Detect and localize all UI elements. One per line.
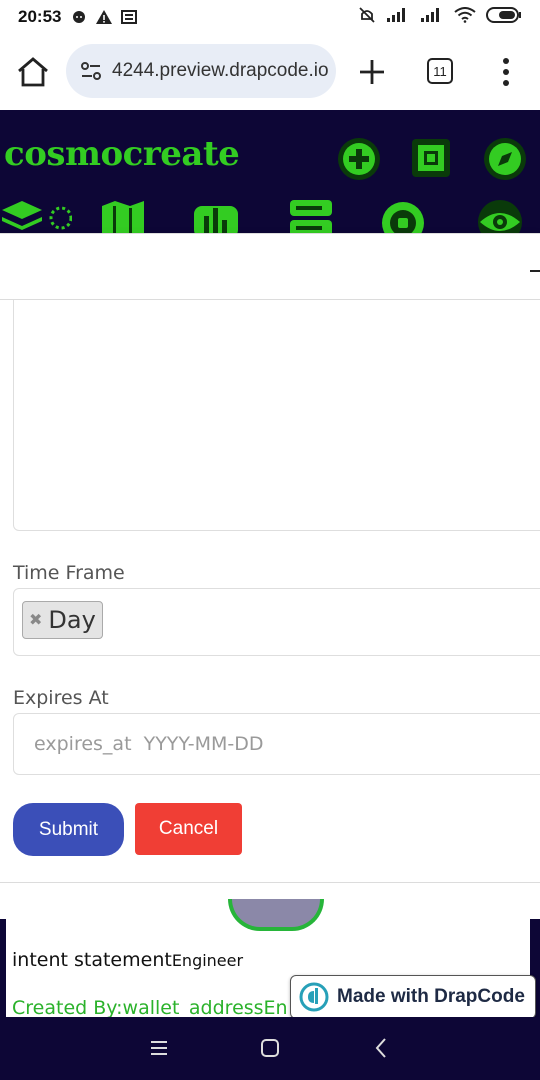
- status-bar: 20:53: [0, 0, 540, 34]
- time-frame-label: Time Frame: [13, 562, 125, 584]
- chart-icon[interactable]: [192, 198, 240, 234]
- expires-at-label: Expires At: [13, 687, 109, 709]
- server-icon[interactable]: [288, 198, 334, 234]
- signal-icon: [387, 8, 405, 22]
- brand-logo[interactable]: cosmocreate: [4, 134, 240, 174]
- modal-header: [0, 234, 540, 300]
- intent-text: intent statement: [12, 949, 172, 971]
- badge-label: Made with DrapCode: [337, 986, 525, 1007]
- site-settings-icon[interactable]: [80, 60, 102, 82]
- description-textarea[interactable]: [13, 300, 540, 531]
- back-icon[interactable]: [374, 1037, 388, 1059]
- drapcode-logo-icon: [299, 982, 329, 1012]
- mute-icon: [359, 7, 375, 23]
- drapcode-badge[interactable]: Made with DrapCode: [290, 975, 536, 1019]
- chat-icon: [73, 11, 86, 23]
- news-icon: [121, 10, 138, 24]
- recents-icon[interactable]: [150, 1039, 168, 1057]
- compass-icon[interactable]: [482, 136, 528, 182]
- system-nav-bar: [0, 1017, 540, 1080]
- expires-at-input[interactable]: [13, 713, 540, 775]
- warning-icon: [96, 10, 113, 24]
- eye-icon[interactable]: [476, 198, 524, 234]
- new-tab-icon[interactable]: [356, 56, 388, 88]
- remove-chip-icon[interactable]: ✖: [29, 610, 42, 630]
- stop-circle-icon[interactable]: [380, 198, 426, 234]
- time-frame-value: Day: [48, 606, 96, 634]
- tab-count: 11: [433, 63, 447, 79]
- intent-role: Engineer: [171, 951, 244, 970]
- wifi-icon: [454, 7, 476, 23]
- cancel-button[interactable]: Cancel: [135, 803, 242, 855]
- modal-footer-divider: [0, 882, 540, 883]
- close-icon[interactable]: [530, 270, 540, 272]
- map-icon[interactable]: [100, 198, 146, 234]
- app-header: cosmocreate: [0, 110, 540, 234]
- signal-icon: [421, 8, 439, 22]
- home-nav-icon[interactable]: [260, 1038, 280, 1058]
- home-icon[interactable]: [16, 56, 50, 88]
- intent-statement: intent statementEngineer: [12, 949, 243, 971]
- status-time: 20:53: [18, 7, 62, 26]
- submit-button[interactable]: Submit: [13, 803, 124, 856]
- url-text: 4244.preview.drapcode.io: [112, 60, 329, 81]
- browser-toolbar: 4244.preview.drapcode.io 11: [0, 34, 540, 110]
- created-by-text: Created By:wallet_addressEn: [12, 997, 288, 1019]
- time-frame-select[interactable]: ✖ Day: [13, 588, 540, 656]
- time-frame-chip: ✖ Day: [22, 601, 103, 639]
- battery-icon: [486, 7, 521, 23]
- layers-icon[interactable]: [0, 198, 72, 234]
- modal-dialog: Time Frame ✖ Day Expires At Submit Cance…: [0, 233, 540, 919]
- chip-icon[interactable]: [408, 135, 454, 181]
- add-icon[interactable]: [336, 136, 382, 182]
- more-menu-icon[interactable]: [496, 54, 516, 90]
- tab-switcher-button[interactable]: 11: [427, 58, 453, 84]
- avatar: [228, 899, 324, 931]
- address-bar[interactable]: 4244.preview.drapcode.io: [66, 44, 336, 98]
